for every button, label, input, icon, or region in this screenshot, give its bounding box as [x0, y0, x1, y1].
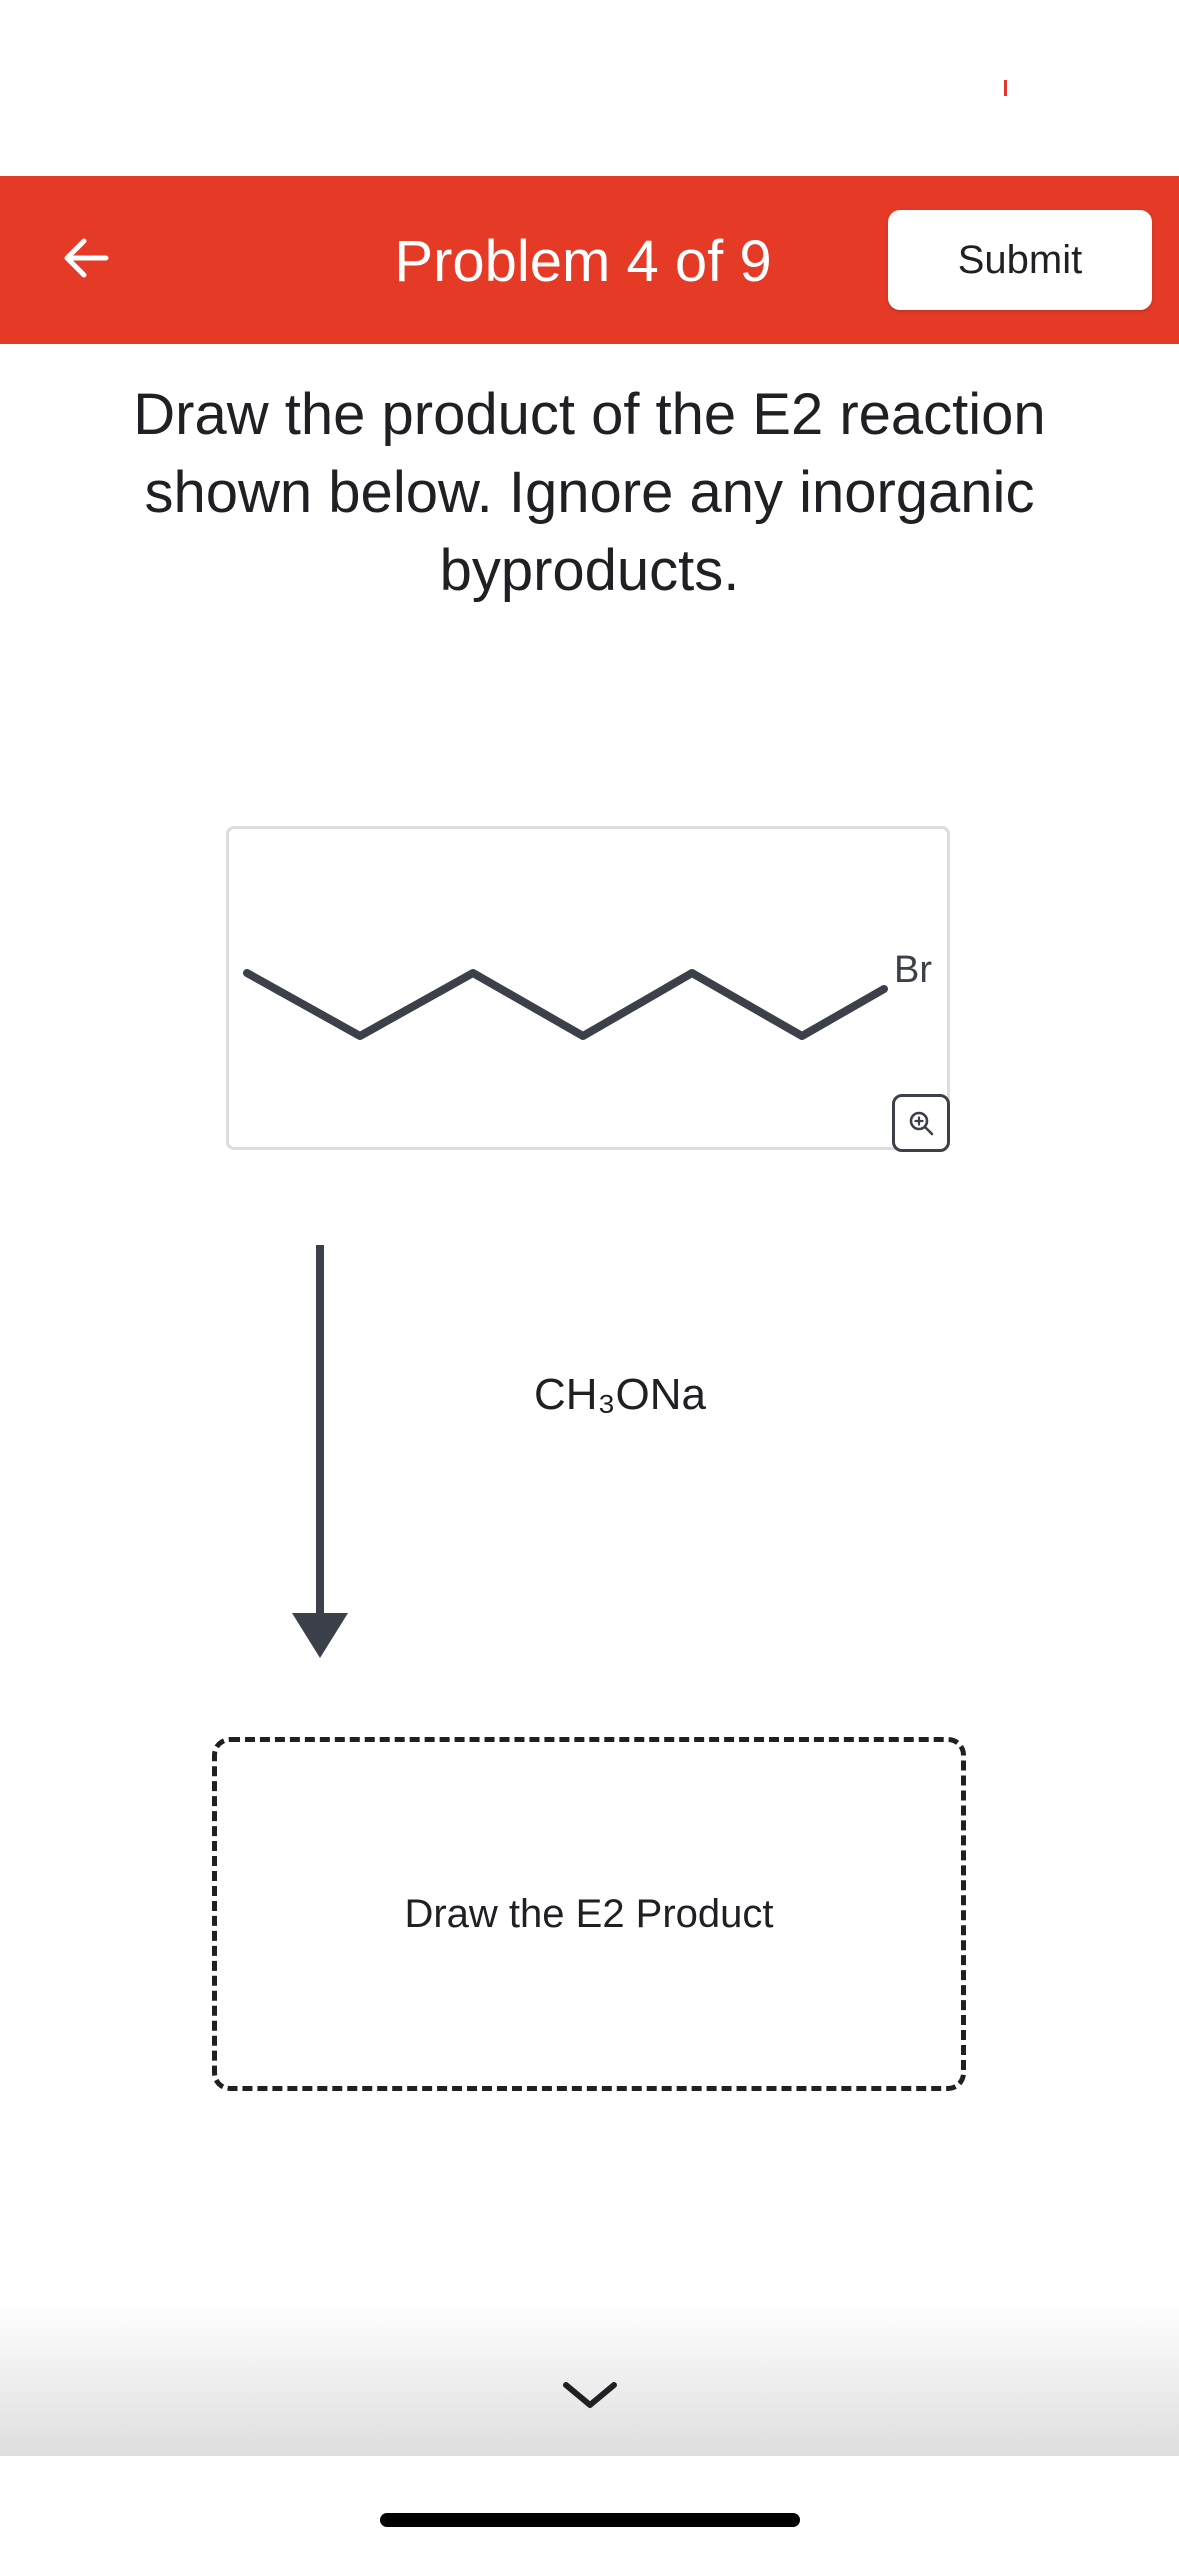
reactant-structure: Br [226, 826, 950, 1150]
home-indicator [380, 2513, 800, 2527]
expand-button[interactable] [556, 2370, 624, 2420]
arrow-left-icon [64, 238, 109, 278]
question-text: Draw the product of the E2 reaction show… [133, 382, 1046, 603]
answer-drawing-area[interactable]: Draw the E2 Product [212, 1737, 966, 2091]
bottom-safe-area [0, 2456, 1179, 2556]
bromine-label: Br [894, 949, 932, 991]
skeletal-structure: Br [243, 949, 932, 1040]
reagent-label: CH₃ONa [534, 1370, 706, 1419]
zoom-button[interactable] [892, 1094, 950, 1152]
status-indicator [1004, 80, 1007, 96]
submit-button[interactable]: Submit [888, 210, 1152, 310]
zoom-in-icon [909, 1111, 934, 1136]
answer-placeholder: Draw the E2 Product [404, 1891, 774, 1936]
reaction-arrow-down-icon [292, 1245, 348, 1658]
status-bar [0, 0, 1179, 176]
chevron-down-icon [563, 2382, 617, 2408]
back-button[interactable] [48, 220, 124, 296]
page-title: Problem 4 of 9 [394, 229, 772, 294]
